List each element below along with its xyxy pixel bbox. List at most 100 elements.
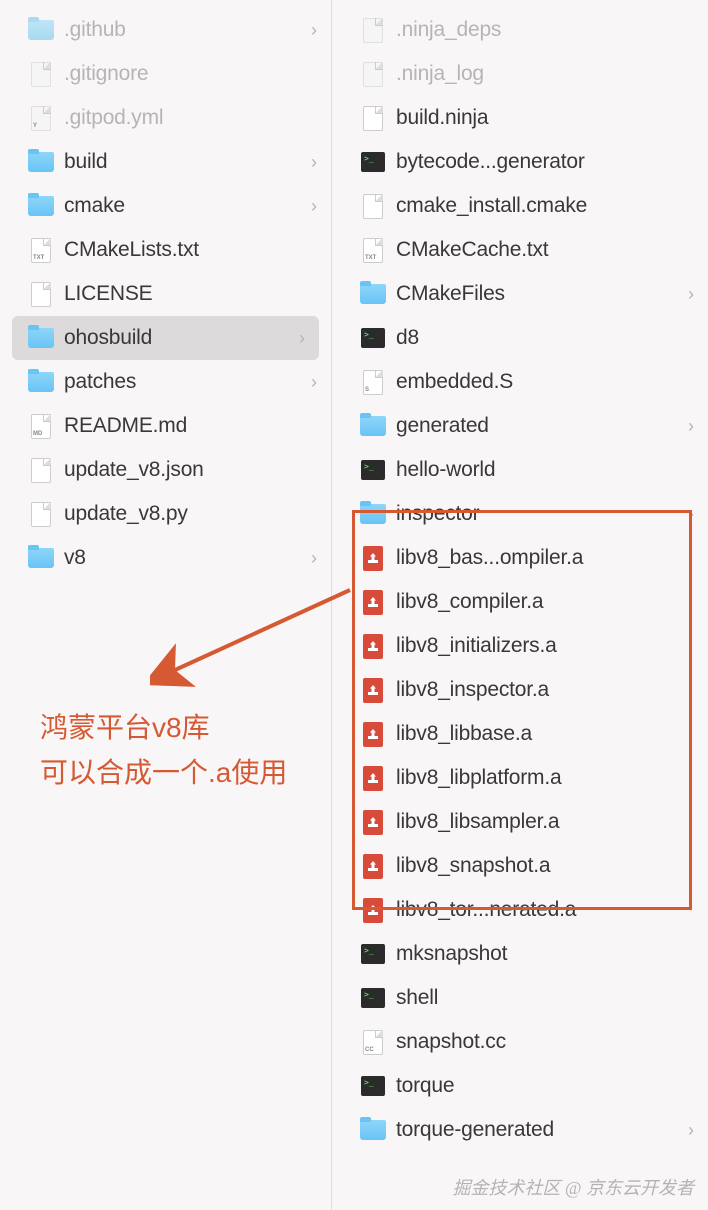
file-label: libv8_tor...nerated.a: [396, 898, 698, 922]
file-row[interactable]: .gitignore: [0, 52, 331, 96]
file-label: torque: [396, 1074, 698, 1098]
file-row[interactable]: .ninja_log: [332, 52, 708, 96]
file-row[interactable]: shell: [332, 976, 708, 1020]
folder-icon: [360, 413, 386, 439]
chevron-right-icon: ›: [311, 20, 317, 41]
file-icon: [28, 457, 54, 483]
file-row[interactable]: libv8_tor...nerated.a: [332, 888, 708, 932]
file-row[interactable]: torque: [332, 1064, 708, 1108]
file-label: inspector: [396, 502, 688, 526]
file-row[interactable]: CC snapshot.cc: [332, 1020, 708, 1064]
file-icon: [360, 61, 386, 87]
file-row[interactable]: .ninja_deps: [332, 8, 708, 52]
file-label: hello-world: [396, 458, 698, 482]
file-row[interactable]: cmake_install.cmake: [332, 184, 708, 228]
archive-icon: [360, 809, 386, 835]
chevron-right-icon: ›: [688, 1120, 694, 1141]
archive-icon: [360, 633, 386, 659]
file-label: bytecode...generator: [396, 150, 698, 174]
file-row[interactable]: TXTCMakeLists.txt: [0, 228, 331, 272]
file-row[interactable]: libv8_inspector.a: [332, 668, 708, 712]
file-label: build: [64, 150, 311, 174]
file-icon: Y: [28, 105, 54, 131]
file-row[interactable]: libv8_initializers.a: [332, 624, 708, 668]
file-label: .gitpod.yml: [64, 106, 321, 130]
file-row[interactable]: MD README.md: [0, 404, 331, 448]
folder-icon: [28, 545, 54, 571]
file-row[interactable]: patches›: [0, 360, 331, 404]
file-icon: [28, 501, 54, 527]
file-icon: MD: [28, 413, 54, 439]
chevron-right-icon: ›: [311, 196, 317, 217]
file-row[interactable]: generated›: [332, 404, 708, 448]
finder-columns: .github›.gitignoreY.gitpod.ymlbuild›cmak…: [0, 0, 708, 1210]
file-label: libv8_libsampler.a: [396, 810, 698, 834]
file-row[interactable]: inspector›: [332, 492, 708, 536]
file-row[interactable]: build.ninja: [332, 96, 708, 140]
file-icon: S: [360, 369, 386, 395]
file-row[interactable]: bytecode...generator: [332, 140, 708, 184]
file-row[interactable]: Sembedded.S: [332, 360, 708, 404]
file-row[interactable]: TXTCMakeCache.txt: [332, 228, 708, 272]
archive-icon: [360, 677, 386, 703]
file-icon: CC: [360, 1029, 386, 1055]
file-row[interactable]: build›: [0, 140, 331, 184]
annotation-line-1: 鸿蒙平台v8库: [40, 706, 287, 751]
file-label: .ninja_deps: [396, 18, 698, 42]
file-row[interactable]: mksnapshot: [332, 932, 708, 976]
left-column: .github›.gitignoreY.gitpod.ymlbuild›cmak…: [0, 0, 332, 1210]
file-row[interactable]: torque-generated›: [332, 1108, 708, 1152]
file-row[interactable]: update_v8.py: [0, 492, 331, 536]
file-label: libv8_snapshot.a: [396, 854, 698, 878]
file-label: CMakeCache.txt: [396, 238, 698, 262]
file-row[interactable]: libv8_libplatform.a: [332, 756, 708, 800]
file-label: README.md: [64, 414, 321, 438]
file-row[interactable]: d8: [332, 316, 708, 360]
file-row[interactable]: LICENSE: [0, 272, 331, 316]
executable-icon: [360, 149, 386, 175]
file-row[interactable]: CMakeFiles›: [332, 272, 708, 316]
file-row[interactable]: cmake›: [0, 184, 331, 228]
file-label: patches: [64, 370, 311, 394]
chevron-right-icon: ›: [688, 284, 694, 305]
file-row[interactable]: libv8_bas...ompiler.a: [332, 536, 708, 580]
file-row[interactable]: libv8_libbase.a: [332, 712, 708, 756]
file-label: libv8_bas...ompiler.a: [396, 546, 698, 570]
file-label: libv8_initializers.a: [396, 634, 698, 658]
file-label: snapshot.cc: [396, 1030, 698, 1054]
file-label: cmake: [64, 194, 311, 218]
file-row[interactable]: libv8_libsampler.a: [332, 800, 708, 844]
annotation-line-2: 可以合成一个.a使用: [40, 751, 287, 796]
file-icon: [28, 61, 54, 87]
file-row[interactable]: .github›: [0, 8, 331, 52]
file-label: shell: [396, 986, 698, 1010]
executable-icon: [360, 457, 386, 483]
chevron-right-icon: ›: [311, 548, 317, 569]
file-label: .ninja_log: [396, 62, 698, 86]
file-label: update_v8.json: [64, 458, 321, 482]
file-label: CMakeFiles: [396, 282, 688, 306]
file-row[interactable]: hello-world: [332, 448, 708, 492]
file-label: .gitignore: [64, 62, 321, 86]
file-label: cmake_install.cmake: [396, 194, 698, 218]
file-label: .github: [64, 18, 311, 42]
file-label: libv8_libplatform.a: [396, 766, 698, 790]
file-row[interactable]: libv8_compiler.a: [332, 580, 708, 624]
file-row[interactable]: ohosbuild›: [12, 316, 319, 360]
archive-icon: [360, 853, 386, 879]
file-label: CMakeLists.txt: [64, 238, 321, 262]
file-icon: [360, 193, 386, 219]
file-label: build.ninja: [396, 106, 698, 130]
watermark: 掘金技术社区 @ 京东云开发者: [452, 1174, 694, 1200]
file-label: libv8_libbase.a: [396, 722, 698, 746]
file-row[interactable]: v8›: [0, 536, 331, 580]
file-label: libv8_inspector.a: [396, 678, 698, 702]
file-row[interactable]: update_v8.json: [0, 448, 331, 492]
file-row[interactable]: Y .gitpod.yml: [0, 96, 331, 140]
file-row[interactable]: libv8_snapshot.a: [332, 844, 708, 888]
folder-icon: [28, 325, 54, 351]
file-label: mksnapshot: [396, 942, 698, 966]
archive-icon: [360, 721, 386, 747]
chevron-right-icon: ›: [311, 372, 317, 393]
file-label: update_v8.py: [64, 502, 321, 526]
